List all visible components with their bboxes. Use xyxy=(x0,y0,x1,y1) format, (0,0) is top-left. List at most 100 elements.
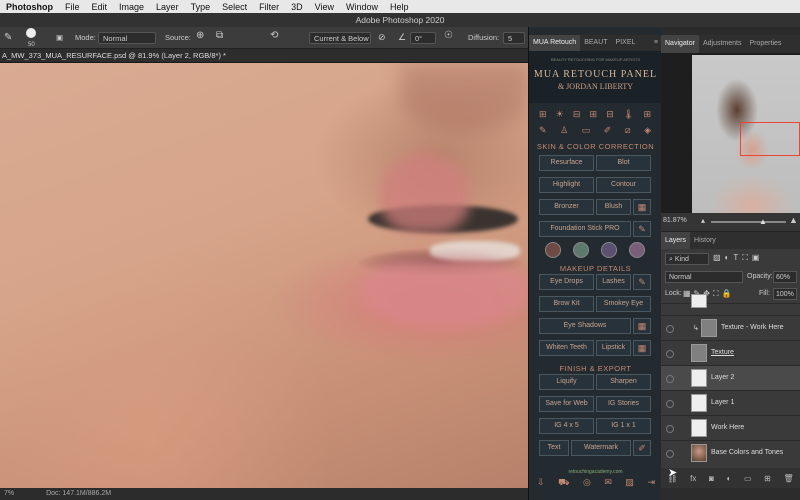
visibility-toggle[interactable] xyxy=(666,375,674,383)
tab-adjustments[interactable]: Adjustments xyxy=(699,35,746,53)
brush-settings-icon[interactable]: ▣ xyxy=(56,32,63,44)
layer-row[interactable]: ↳ Texture - Work Here xyxy=(661,315,800,340)
visibility-toggle[interactable] xyxy=(666,325,674,333)
pattern-source-icon[interactable]: ⧉ xyxy=(216,30,223,42)
brush-icon[interactable]: ✎ xyxy=(633,274,651,290)
grid-icon[interactable]: ▦ xyxy=(633,340,651,356)
mode-select[interactable]: Normal xyxy=(98,32,156,44)
lipstick-button[interactable]: Lipstick xyxy=(596,340,631,356)
layer-row[interactable]: Texture xyxy=(661,340,800,365)
layer-filter-icons[interactable]: ▨◐T⛶▣ xyxy=(713,253,763,263)
resurface-button[interactable]: Resurface xyxy=(539,155,594,171)
folder-icon[interactable]: ▭ xyxy=(744,474,752,483)
exit-icon[interactable]: ⇥ xyxy=(647,477,655,489)
new-layer-icon[interactable]: ⊞ xyxy=(764,474,771,483)
document-tab[interactable]: A_MW_373_MUA_RESURFACE.psd @ 81.9% (Laye… xyxy=(0,49,528,63)
menu-type[interactable]: Type xyxy=(185,2,217,12)
blush-button[interactable]: Blush xyxy=(596,199,631,215)
app-menu[interactable]: Photoshop xyxy=(0,2,59,12)
color-swatch-2[interactable] xyxy=(573,242,589,258)
stamp-icon[interactable]: ♙ xyxy=(560,125,568,136)
text-button[interactable]: Text xyxy=(539,440,569,456)
minus-icon[interactable]: ⊟ xyxy=(606,109,614,120)
layer-filter-select[interactable]: ⌕ Kind xyxy=(665,253,709,265)
download-icon[interactable]: ⇩ xyxy=(537,477,545,489)
sun-icon[interactable]: ☀ xyxy=(556,109,564,120)
minus-icon[interactable]: ⊟ xyxy=(573,109,581,120)
brush-icon[interactable]: ✎ xyxy=(633,221,651,237)
navigator-zoom-value[interactable]: 81.87% xyxy=(663,217,687,224)
eye-shadows-button[interactable]: Eye Shadows xyxy=(539,318,631,334)
smokey-eye-button[interactable]: Smokey Eye xyxy=(596,296,651,312)
menu-select[interactable]: Select xyxy=(216,2,253,12)
foundation-stick-button[interactable]: Foundation Stick PRO xyxy=(539,221,631,237)
watermark-button[interactable]: Watermark xyxy=(571,440,631,456)
mua-footer-link[interactable]: retouchingacademy.com xyxy=(529,469,662,477)
brush-icon[interactable]: ✎ xyxy=(539,125,547,136)
visibility-toggle[interactable] xyxy=(666,450,674,458)
layers-icon[interactable]: ◈ xyxy=(644,125,651,136)
menu-layer[interactable]: Layer xyxy=(150,2,185,12)
image-canvas[interactable] xyxy=(0,63,528,488)
layer-row[interactable]: Base Colors and Tones xyxy=(661,440,800,468)
visibility-toggle[interactable] xyxy=(666,350,674,358)
bandage-icon[interactable]: ⧄ xyxy=(625,125,631,136)
diffusion-select[interactable]: 5 xyxy=(503,32,525,44)
tab-layers[interactable]: Layers xyxy=(661,232,691,249)
blend-mode-select[interactable]: Normal xyxy=(665,271,743,283)
highlight-button[interactable]: Highlight xyxy=(539,177,594,193)
menu-view[interactable]: View xyxy=(309,2,340,12)
bronzer-button[interactable]: Bronzer xyxy=(539,199,594,215)
zoom-slider[interactable] xyxy=(711,221,786,223)
tab-properties[interactable]: Properties xyxy=(746,35,786,53)
mask-icon[interactable]: ◙ xyxy=(709,474,714,483)
blot-button[interactable]: Blot xyxy=(596,155,651,171)
lashes-button[interactable]: Lashes xyxy=(596,274,631,290)
menu-filter[interactable]: Filter xyxy=(253,2,285,12)
menu-help[interactable]: Help xyxy=(384,2,415,12)
plus-icon[interactable]: ⊞ xyxy=(590,109,598,120)
color-swatch-3[interactable] xyxy=(601,242,617,258)
adjustment-icon[interactable]: ◐ xyxy=(726,474,731,483)
plus-icon[interactable]: ⊞ xyxy=(539,109,547,120)
grid-icon[interactable]: ▦ xyxy=(633,199,651,215)
zoom-out-icon[interactable]: ▴ xyxy=(701,216,705,225)
tab-beaut[interactable]: BEAUT xyxy=(580,35,611,51)
fx-icon[interactable]: fx xyxy=(690,474,696,483)
zoom-in-icon[interactable]: ▲ xyxy=(789,215,798,225)
pencil-icon[interactable]: ✐ xyxy=(604,125,612,136)
plus-icon[interactable]: ⊞ xyxy=(643,109,651,120)
ig-1x1-button[interactable]: IG 1 x 1 xyxy=(596,418,651,434)
mail-icon[interactable]: ✉ xyxy=(604,477,612,489)
visibility-toggle[interactable] xyxy=(666,400,674,408)
thermometer-icon[interactable]: 🌡 xyxy=(623,109,634,120)
pencil-icon[interactable]: ✐ xyxy=(633,440,651,456)
aligned-icon[interactable]: ⟲ xyxy=(270,30,278,42)
eye-drops-button[interactable]: Eye Drops xyxy=(539,274,594,290)
doc-size-status[interactable]: Doc: 147.1M/886.2M xyxy=(46,490,111,497)
liquify-button[interactable]: Liquify xyxy=(539,374,594,390)
ig-stories-button[interactable]: IG Stories xyxy=(596,396,651,412)
tab-history[interactable]: History xyxy=(690,232,720,249)
fill-input[interactable]: 100% xyxy=(773,288,797,300)
menu-image[interactable]: Image xyxy=(113,2,150,12)
grid-icon[interactable]: ▦ xyxy=(633,318,651,334)
layer-row[interactable]: Work Here xyxy=(661,415,800,440)
ignore-adjustment-icon[interactable]: ⊘ xyxy=(378,31,386,43)
eraser-icon[interactable]: ▭ xyxy=(582,125,591,136)
angle-input[interactable]: 0° xyxy=(410,32,436,44)
zoom-slider-handle[interactable]: ▲ xyxy=(759,217,767,226)
cart-icon[interactable]: ⛟ xyxy=(558,477,569,489)
trash-icon[interactable]: 🗑 xyxy=(784,474,794,483)
visibility-toggle[interactable] xyxy=(666,425,674,433)
tab-pixel[interactable]: PIXEL xyxy=(612,35,640,51)
ig-4x5-button[interactable]: IG 4 x 5 xyxy=(539,418,594,434)
menu-file[interactable]: File xyxy=(59,2,86,12)
brush-tool-icon[interactable]: ✎ xyxy=(4,32,12,44)
sampled-source-icon[interactable]: ⊕ xyxy=(196,30,204,42)
menu-window[interactable]: Window xyxy=(340,2,384,12)
brow-kit-button[interactable]: Brow Kit xyxy=(539,296,594,312)
zoom-status[interactable]: 7% xyxy=(4,490,14,497)
color-swatch-4[interactable] xyxy=(629,242,645,258)
sample-select[interactable]: Current & Below xyxy=(309,32,371,44)
